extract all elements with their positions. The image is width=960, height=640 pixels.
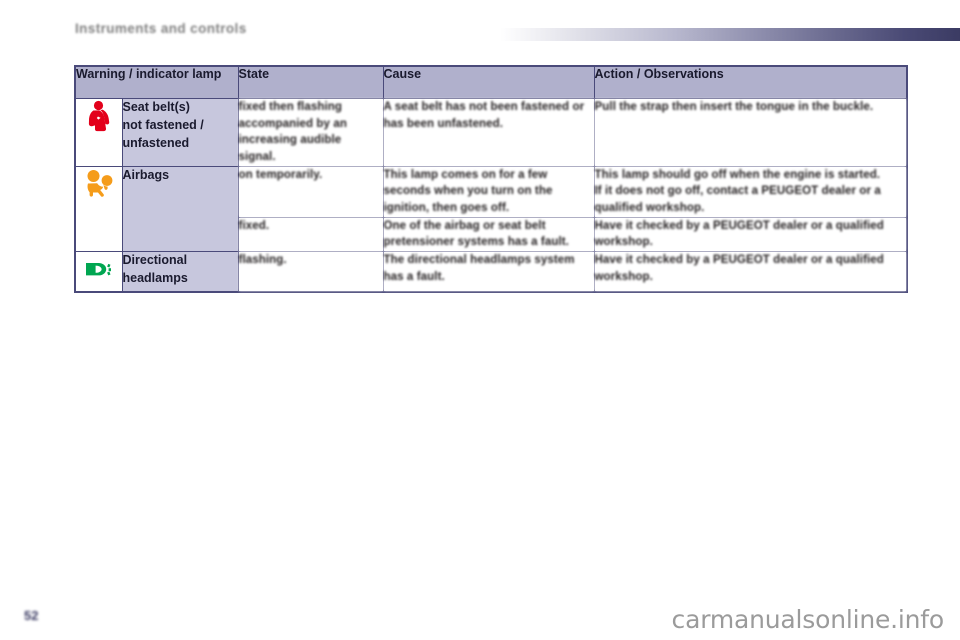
lamp-name-line: unfastened — [122, 135, 190, 150]
airbag-warning-icon — [82, 167, 116, 201]
warning-lamp-table: Warning / indicator lamp State Cause Act… — [74, 65, 909, 294]
column-header-warning-lamp: Warning / indicator lamp — [74, 65, 239, 99]
column-header-state: State — [237, 65, 384, 99]
action-cell: Have it checked by a PEUGEOT dealer or a… — [593, 216, 908, 253]
cause-cell: This lamp comes on for a few seconds whe… — [382, 165, 595, 218]
page-number: 52 — [24, 608, 39, 623]
table-header: Warning / indicator lamp State Cause Act… — [74, 65, 908, 99]
action-cell: This lamp should go off when the engine … — [593, 165, 908, 218]
lamp-name-directional-headlamps: Directional headlamps — [121, 251, 239, 293]
cause-line: has been unfastened. — [383, 117, 504, 130]
column-header-cause: Cause — [382, 65, 595, 99]
lamp-name-seat-belt: Seat belt(s) not fastened / unfastened — [121, 98, 239, 167]
cause-line: has a fault. — [383, 270, 445, 283]
airbag-warning-icon-cell — [74, 165, 123, 253]
action-line: Have it checked by a PEUGEOT dealer or a… — [594, 254, 884, 267]
action-line: workshop. — [594, 270, 653, 283]
cause-cell: A seat belt has not been fastened or has… — [382, 98, 595, 167]
header-gradient-bar — [500, 28, 960, 41]
cause-cell: One of the airbag or seat belt pretensio… — [382, 216, 595, 253]
lamp-name-line: Directional — [122, 253, 188, 268]
state-line: fixed. — [238, 219, 270, 232]
directional-headlamps-icon-cell — [74, 251, 123, 293]
cause-line: One of the airbag or seat belt — [383, 219, 546, 232]
seat-belt-warning-icon-cell — [74, 98, 123, 167]
table-row: Directional headlamps flashing. The dire… — [74, 251, 908, 293]
lamp-name-airbags: Airbags — [121, 165, 239, 253]
action-line: This lamp should go off when the engine … — [594, 168, 881, 181]
cause-line: The directional headlamps system — [383, 254, 575, 267]
action-cell: Have it checked by a PEUGEOT dealer or a… — [593, 251, 908, 293]
table-row: Airbags on temporarily. This lamp comes … — [74, 165, 908, 253]
table-body: Seat belt(s) not fastened / unfastened f… — [74, 98, 908, 293]
cause-cell: The directional headlamps system has a f… — [382, 251, 595, 293]
lamp-name-line: Seat belt(s) — [122, 100, 190, 114]
state-line: increasing audible — [238, 134, 342, 147]
state-line: signal. — [238, 151, 276, 164]
lamp-name-line: headlamps — [122, 270, 188, 285]
chapter-title: Instruments and controls — [75, 21, 247, 36]
state-cell: fixed. — [237, 216, 384, 253]
warning-lamp-table-wrapper: Warning / indicator lamp State Cause Act… — [74, 65, 909, 294]
table-header-row: Warning / indicator lamp State Cause Act… — [74, 65, 908, 99]
table-row: Seat belt(s) not fastened / unfastened f… — [74, 98, 908, 167]
state-line: on temporarily. — [238, 168, 323, 181]
action-line: qualified workshop. — [594, 202, 705, 215]
action-cell: Pull the strap then insert the tongue in… — [593, 98, 908, 167]
directional-headlamps-icon — [82, 252, 116, 286]
lamp-name-line: Airbags — [122, 167, 170, 182]
cause-line: This lamp comes on for a few — [383, 168, 548, 181]
site-watermark: carmanualsonline.info — [671, 605, 945, 634]
state-line: accompanied by an — [238, 117, 347, 130]
state-line: flashing. — [238, 254, 287, 267]
seat-belt-warning-icon — [82, 99, 116, 133]
state-line: fixed then flashing — [238, 101, 343, 113]
state-cell: flashing. — [237, 251, 384, 293]
action-line: If it does not go off, contact a PEUGEOT… — [594, 185, 881, 198]
action-line: workshop. — [594, 236, 653, 249]
cause-line: A seat belt has not been fastened or — [383, 101, 585, 113]
action-line: Have it checked by a PEUGEOT dealer or a… — [594, 219, 884, 232]
cause-line: seconds when you turn on the — [383, 185, 553, 198]
action-line: Pull the strap then insert the tongue in… — [594, 101, 874, 113]
state-cell: fixed then flashing accompanied by an in… — [237, 98, 384, 167]
cause-line: ignition, then goes off. — [383, 202, 510, 215]
lamp-name-line: not fastened / — [122, 117, 204, 132]
state-cell: on temporarily. — [237, 165, 384, 218]
column-header-action: Action / Observations — [593, 65, 908, 99]
cause-line: pretensioner systems has a fault. — [383, 236, 569, 249]
